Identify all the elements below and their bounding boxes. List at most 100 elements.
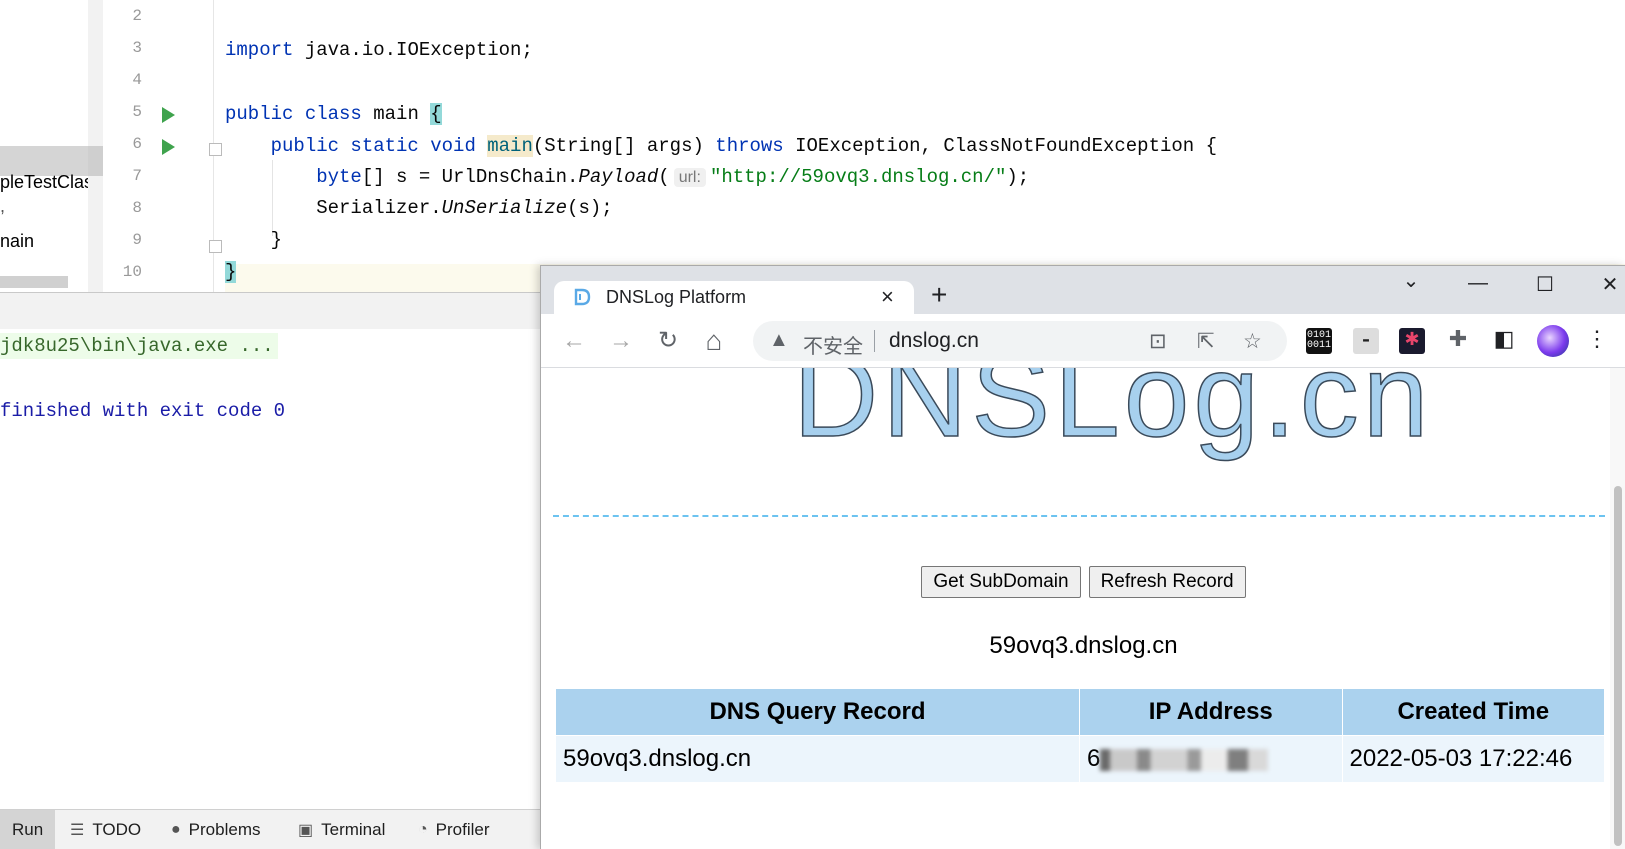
page-content: DNSLog.cn Get SubDomain Refresh Record 5… <box>541 368 1625 849</box>
line-number: 10 <box>122 263 142 281</box>
back-button[interactable]: ← <box>559 326 589 356</box>
record-cell: 59ovq3.dnslog.cn <box>556 736 1079 782</box>
ip-cell: 6 <box>1080 736 1342 782</box>
time-cell: 2022-05-03 17:22:46 <box>1342 736 1604 782</box>
console-command-line: jdk8u25\bin\java.exe ... <box>0 333 278 359</box>
table-header-row: DNS Query Record IP Address Created Time <box>556 689 1604 735</box>
closing-brace: } <box>270 229 283 251</box>
get-subdomain-button[interactable]: Get SubDomain <box>921 566 1081 598</box>
tool-tab-problems[interactable]: ● Problems <box>171 810 260 849</box>
code-text: java.io.IOException; <box>293 39 533 61</box>
code-line-5: public class main { <box>225 98 442 130</box>
browser-toolbar: ← → ↻ ⌂ ▲ 不安全 dnslog.cn ⊡ ⇱ ☆ 0101 0011 … <box>541 314 1625 368</box>
code-text: (s); <box>567 197 613 219</box>
line-number: 2 <box>132 7 142 25</box>
close-window-button[interactable]: ✕ <box>1590 272 1625 297</box>
class-name: main <box>361 103 431 125</box>
address-bar[interactable]: ▲ 不安全 dnslog.cn ⊡ ⇱ ☆ <box>753 321 1287 361</box>
subdomain-text: 59ovq3.dnslog.cn <box>989 632 1178 659</box>
keyword: byte <box>316 166 362 188</box>
page-scroll-thumb[interactable] <box>1614 486 1622 846</box>
profile-avatar[interactable] <box>1537 325 1569 357</box>
run-method-icon[interactable] <box>162 139 175 155</box>
dnslog-logo: DNSLog.cn <box>792 368 1433 463</box>
browser-tab-dnslog[interactable]: DNSLog Platform × <box>554 281 914 314</box>
tab-close-icon[interactable]: × <box>881 284 894 310</box>
line-number: 6 <box>132 135 142 153</box>
keyword: class <box>304 103 362 125</box>
tool-tab-label: Problems <box>188 820 261 839</box>
project-item-main[interactable]: nain <box>0 231 34 252</box>
line-number: 9 <box>132 231 142 249</box>
browser-window: DNSLog Platform × + ⌄ — ☐ ✕ ← → ↻ ⌂ ▲ 不安… <box>540 265 1625 849</box>
translate-icon[interactable]: ⊡ <box>1149 329 1167 354</box>
code-text: ); <box>1006 166 1030 188</box>
binary-extension-icon[interactable]: 0101 0011 <box>1306 328 1332 354</box>
matched-brace: { <box>430 103 442 125</box>
method-name: main <box>487 135 533 157</box>
table-row: 59ovq3.dnslog.cn 6 2022-05-03 17:22:46 <box>556 736 1604 782</box>
code-line-9: } <box>225 224 282 256</box>
column-header-ip: IP Address <box>1080 689 1342 735</box>
mask-extension-icon[interactable]: ▬ <box>1353 328 1379 354</box>
ip-prefix: 6 <box>1087 745 1101 772</box>
new-tab-button[interactable]: + <box>931 280 947 310</box>
code-text: (String[] args) <box>532 135 716 157</box>
code-text: ( <box>658 166 670 188</box>
url-text[interactable]: dnslog.cn <box>889 329 979 353</box>
tool-tab-label: Run <box>12 820 44 839</box>
side-panel-icon[interactable]: ◧ <box>1491 328 1517 354</box>
string-literal: "http://59ovq3.dnslog.cn/" <box>709 166 1007 188</box>
not-secure-label[interactable]: 不安全 <box>803 330 863 359</box>
profiler-icon: ◔ <box>418 821 428 838</box>
color-extension-icon[interactable]: ✱ <box>1399 328 1425 354</box>
line-number: 4 <box>132 71 142 89</box>
alert-icon: ● <box>171 821 181 838</box>
code-text: [] s = UrlDnsChain. <box>361 166 579 188</box>
tool-tab-label: Profiler <box>435 820 490 839</box>
run-class-icon[interactable] <box>162 107 175 123</box>
code-line-7: byte[] s = UrlDnsChain.Payload(url: "http… <box>225 161 1029 193</box>
home-button[interactable]: ⌂ <box>699 326 729 356</box>
code-editor[interactable]: import java.io.IOException; public class… <box>225 0 1625 292</box>
maximize-button[interactable]: ☐ <box>1525 272 1565 297</box>
tool-tab-terminal[interactable]: ▣ Terminal <box>298 810 385 849</box>
project-item-test-class[interactable]: pleTestClass <box>0 172 102 193</box>
column-header-dns-query: DNS Query Record <box>556 689 1079 735</box>
code-line-3: import java.io.IOException; <box>225 34 533 66</box>
tab-strip: DNSLog Platform × + ⌄ — ☐ ✕ <box>541 266 1625 314</box>
tool-tab-profiler[interactable]: ◔ Profiler <box>418 810 490 849</box>
code-text: Serializer. <box>316 197 442 219</box>
fold-open-icon[interactable] <box>209 143 222 156</box>
line-number: 5 <box>132 103 142 121</box>
warning-icon[interactable]: ▲ <box>769 329 789 352</box>
keyword: throws <box>715 135 784 157</box>
minimize-button[interactable]: — <box>1458 272 1498 295</box>
bookmark-star-icon[interactable]: ☆ <box>1243 329 1262 354</box>
extensions-puzzle-icon[interactable]: ✚ <box>1445 328 1471 354</box>
tab-search-icon[interactable]: ⌄ <box>1391 268 1431 293</box>
project-panel: pleTestClass , nain <box>0 0 103 292</box>
dns-record-table: DNS Query Record IP Address Created Time… <box>555 688 1605 783</box>
project-horizontal-scrollbar[interactable] <box>0 276 68 288</box>
project-scroll-thumb[interactable] <box>88 146 103 176</box>
share-icon[interactable]: ⇱ <box>1197 329 1215 354</box>
project-item-separator: , <box>0 196 6 216</box>
tool-tab-todo[interactable]: ☰ TODO <box>70 810 141 849</box>
reload-button[interactable]: ↻ <box>653 326 683 356</box>
forward-button[interactable]: → <box>606 326 636 356</box>
redacted-ip <box>1100 748 1269 771</box>
matched-brace: } <box>225 261 237 283</box>
tool-tab-run[interactable]: Run <box>0 810 56 849</box>
action-buttons: Get SubDomain Refresh Record <box>541 566 1625 600</box>
dnslog-favicon-icon <box>574 288 591 306</box>
menu-kebab-icon[interactable]: ⋮ <box>1584 328 1610 354</box>
column-header-created: Created Time <box>1342 689 1604 735</box>
tool-tab-label: Terminal <box>321 820 386 839</box>
refresh-record-button[interactable]: Refresh Record <box>1088 566 1246 598</box>
code-line-6: public static void main(String[] args) t… <box>225 130 1217 162</box>
parameter-hint: url: <box>673 168 706 187</box>
fold-close-icon[interactable] <box>209 240 222 253</box>
code-text: IOException, ClassNotFoundException { <box>783 135 1217 157</box>
list-icon: ☰ <box>70 822 85 839</box>
